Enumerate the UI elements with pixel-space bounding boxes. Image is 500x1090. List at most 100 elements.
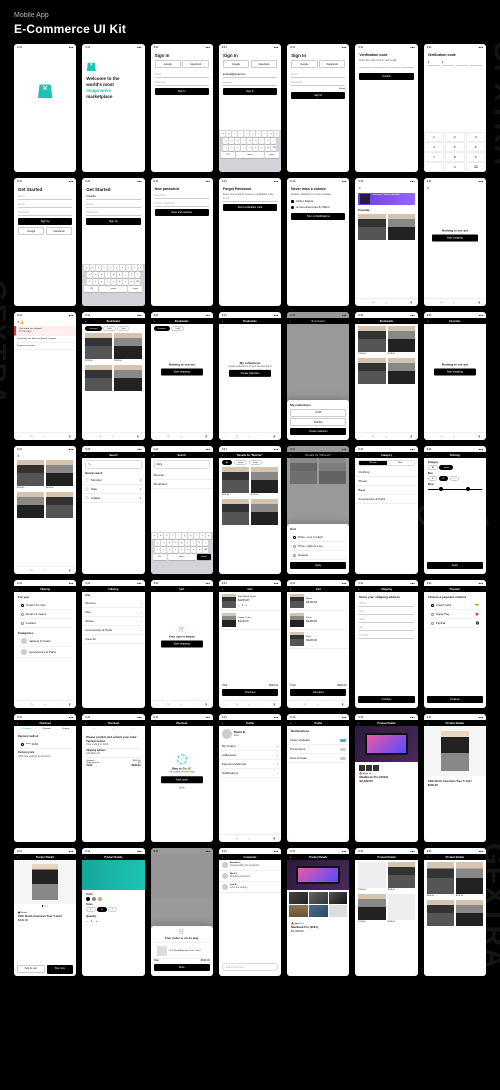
cat-option[interactable]: Cotton & Linen: [18, 601, 72, 610]
product-card[interactable]: [85, 365, 112, 391]
buy-button[interactable]: Buy now: [47, 965, 74, 975]
comment-input[interactable]: Add a comment...: [222, 963, 278, 971]
start-shopping-button[interactable]: Start shopping: [434, 368, 476, 375]
order-status-toggle[interactable]: Order Status: [296, 199, 313, 203]
password-field[interactable]: Password: [155, 193, 209, 199]
product-card[interactable]: [222, 467, 249, 493]
toggle-row[interactable]: New Arrivals: [287, 754, 349, 763]
qty-minus[interactable]: −: [86, 919, 88, 923]
password-field[interactable]: Password: [155, 80, 209, 86]
promo-banner[interactable]: Streetwear Collection Available: [358, 193, 414, 205]
sort-option[interactable]: Price: High to Low: [290, 542, 346, 551]
city-field[interactable]: City: [359, 609, 413, 615]
google-button[interactable]: Google: [18, 227, 44, 235]
product-card[interactable]: [358, 214, 385, 240]
numpad[interactable]: 1234567890⌫: [424, 132, 486, 172]
product-card[interactable]: [388, 862, 415, 888]
email-field[interactable]: Email: [18, 202, 72, 208]
tab-bookmarks[interactable]: ♡: [398, 302, 400, 304]
collection-outfit[interactable]: Outfit: [290, 409, 346, 417]
product-card[interactable]: [46, 460, 73, 486]
product-card[interactable]: [427, 862, 454, 894]
notification-item[interactable]: Your order has shipped12 min ago: [14, 326, 76, 336]
cat-item[interactable]: Shoes›: [82, 617, 144, 626]
size-chip[interactable]: M: [439, 476, 449, 481]
recent-search[interactable]: 🕐Moncler×: [82, 476, 144, 485]
start-shopping-button[interactable]: Start shopping: [161, 640, 203, 647]
email-field[interactable]: Email: [86, 202, 140, 208]
keyboard[interactable]: qwertyuiop asdfghjkl ⇧zxcvbnm⌫ 123spaces…: [151, 532, 213, 574]
product-card[interactable]: [456, 900, 483, 926]
toggle-row[interactable]: Order Updates: [287, 736, 349, 745]
tab-home[interactable]: ⌂: [361, 302, 362, 304]
create-button[interactable]: Create collection: [290, 428, 346, 435]
search-input[interactable]: Mon|: [154, 460, 210, 469]
track-order-button[interactable]: Track order: [161, 776, 203, 783]
category-item[interactable]: Bags: [355, 486, 417, 495]
add-cart-button[interactable]: Add to cart: [17, 965, 45, 973]
tab-cart[interactable]: 🛒: [385, 302, 388, 304]
pay-option[interactable]: Credit Card💳: [428, 601, 482, 610]
product-card[interactable]: [251, 499, 278, 525]
filter-chip[interactable]: New: [117, 326, 129, 331]
collection-wishlist[interactable]: Wishlist: [290, 418, 346, 426]
product-card[interactable]: [456, 862, 483, 894]
product-card[interactable]: [388, 214, 415, 240]
name-field[interactable]: Name: [18, 194, 72, 200]
profile-item[interactable]: Notifications›: [219, 769, 281, 778]
toggle-row[interactable]: Promotions: [287, 745, 349, 754]
confirm-password-field[interactable]: Confirm password: [155, 201, 209, 207]
zip-field[interactable]: Zip: [359, 625, 413, 631]
profile-avatar[interactable]: [222, 729, 232, 739]
create-collection-button[interactable]: Create collection: [229, 370, 271, 377]
filter-chip[interactable]: Pants: [249, 460, 262, 465]
profile-item[interactable]: Payment Methods›: [219, 760, 281, 769]
continue-button[interactable]: Continue: [358, 696, 414, 703]
product-card[interactable]: [85, 333, 112, 359]
tab-search[interactable]: 🔍: [372, 302, 375, 304]
start-shopping-button[interactable]: Start shopping: [432, 234, 478, 241]
product-card[interactable]: [388, 326, 415, 352]
state-field[interactable]: State: [359, 617, 413, 623]
profile-item[interactable]: Addresses›: [219, 751, 281, 760]
email-field[interactable]: Email: [223, 196, 277, 202]
apply-button[interactable]: Apply: [427, 562, 483, 569]
pay-option[interactable]: Apple Pay🍎: [428, 610, 482, 619]
password-field[interactable]: ●●●●●●: [223, 80, 277, 86]
cat-item[interactable]: Accessories & Parts›: [82, 626, 144, 635]
signup-button[interactable]: Sign Up: [86, 218, 140, 225]
profile-item[interactable]: My Orders›: [219, 742, 281, 751]
product-card[interactable]: [388, 894, 415, 920]
category-item[interactable]: Accessories & Parts: [355, 495, 417, 504]
facebook-button[interactable]: Facebook: [251, 60, 277, 68]
street-field[interactable]: Street: [359, 601, 413, 607]
price-slider[interactable]: [428, 489, 482, 490]
product-card[interactable]: [114, 365, 141, 391]
confirm-button[interactable]: Confirm: [359, 73, 413, 80]
filter-chip[interactable]: Outfit: [103, 326, 116, 331]
product-card[interactable]: [427, 900, 454, 926]
cart-item[interactable]: Cotton T-shirt$128.00: [219, 611, 281, 630]
save-button[interactable]: Save and continue: [155, 209, 209, 216]
cart-item[interactable]: Blazer$128.00: [287, 592, 349, 611]
tab-profile[interactable]: 👤: [410, 302, 413, 304]
recent-search[interactable]: 🕐Adidas×: [82, 494, 144, 503]
cat-item[interactable]: Accessories & Parts: [18, 647, 72, 658]
forgot-link[interactable]: Forgot: [291, 88, 345, 90]
keyboard[interactable]: qwertyuiop asdfghjkl ⇧zxcvbnm⌫ 123spacer…: [219, 130, 281, 172]
search-input[interactable]: 🔍: [85, 460, 141, 469]
product-card[interactable]: [114, 333, 141, 359]
checkout-button[interactable]: Checkout: [290, 689, 346, 696]
product-card[interactable]: [17, 460, 44, 486]
password-field[interactable]: Password: [86, 210, 140, 216]
cat-item[interactable]: Jackets & Coats: [18, 636, 72, 647]
start-shopping-button[interactable]: Start shopping: [161, 368, 203, 375]
facebook-button[interactable]: Facebook: [46, 227, 72, 235]
facebook-button[interactable]: Facebook: [319, 60, 345, 68]
cat-option[interactable]: Denim & Jeans: [18, 610, 72, 619]
filter-chip[interactable]: All: [222, 460, 232, 465]
notify-button[interactable]: Turn on Notifications: [291, 213, 345, 220]
google-button[interactable]: Google: [223, 60, 249, 68]
product-card[interactable]: [46, 492, 73, 518]
product-gallery[interactable]: [287, 890, 349, 919]
